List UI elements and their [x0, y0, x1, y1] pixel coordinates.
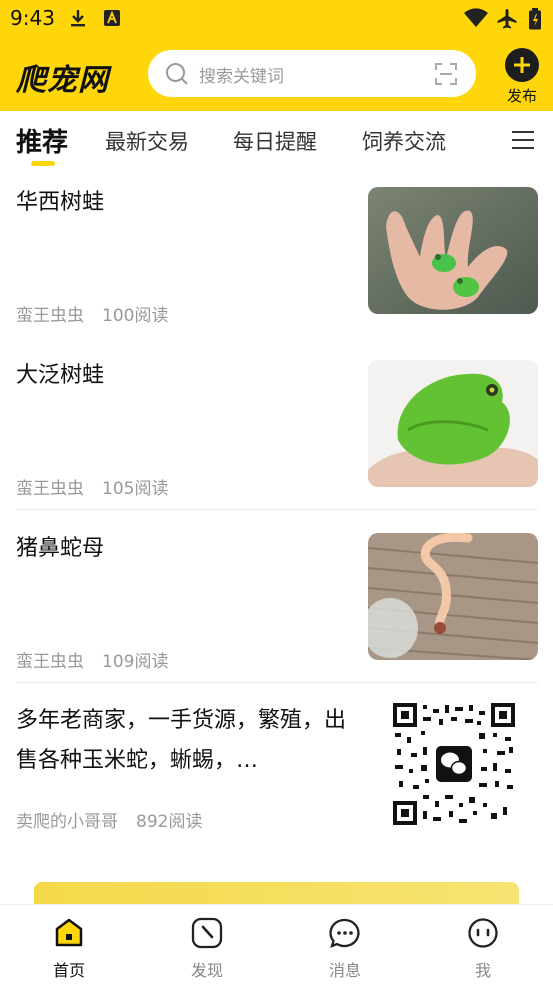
- feed-divider: [16, 509, 538, 510]
- active-tab-indicator: [31, 161, 55, 166]
- nav-messages[interactable]: 消息: [305, 917, 385, 981]
- feed-item-ad[interactable]: 多年老商家，一手货源，繁殖，出售各种玉米蛇，蜥蜴，… 卖爬的小哥哥 892阅读: [0, 701, 553, 841]
- search-bar[interactable]: 搜索关键词: [148, 50, 476, 97]
- nav-label: 我: [474, 961, 491, 980]
- tab-recommend[interactable]: 推荐: [16, 122, 68, 159]
- airplane-icon: [497, 9, 517, 29]
- feed-divider: [16, 682, 538, 683]
- feed-item-thumbnail: [368, 533, 538, 660]
- nav-profile[interactable]: 我: [443, 917, 523, 981]
- publish-button[interactable]: 发布: [500, 48, 544, 106]
- chat-bubble-icon: [329, 918, 360, 948]
- feed-item-reads: 100阅读: [102, 306, 169, 326]
- tab-care-exchange[interactable]: 饲养交流: [362, 126, 446, 156]
- nav-home[interactable]: 首页: [29, 917, 109, 981]
- tab-daily-reminder[interactable]: 每日提醒: [233, 126, 317, 156]
- top-header: 9:43 爬宠网 搜索关键词 发布: [0, 0, 553, 111]
- feed-item-thumbnail: [368, 360, 538, 487]
- feed-item-reads: 892阅读: [136, 812, 203, 832]
- feed-item-meta: 蛮王虫虫 105阅读: [16, 474, 168, 499]
- nav-label: 首页: [52, 961, 85, 980]
- status-bar: 9:43: [0, 0, 553, 38]
- feed-item-title: 大泛树蛙: [16, 363, 105, 388]
- download-icon: [71, 10, 85, 27]
- home-icon: [55, 918, 83, 947]
- search-placeholder: 搜索关键词: [199, 67, 284, 87]
- nav-discover[interactable]: 发现: [167, 917, 247, 981]
- qr-code-image: [393, 703, 515, 825]
- feed-item-author: 蛮王虫虫: [16, 479, 84, 499]
- feed-item-author: 蛮王虫虫: [16, 306, 84, 326]
- app-notification-icon: [104, 10, 120, 26]
- nav-label: 发现: [190, 961, 223, 980]
- feed-item-author: 卖爬的小哥哥: [16, 812, 118, 832]
- feed-item-title: 多年老商家，一手货源，繁殖，出售各种玉米蛇，蜥蜴，…: [16, 708, 347, 773]
- nav-label: 消息: [328, 961, 361, 980]
- compass-icon: [191, 917, 223, 949]
- status-time: 9:43: [10, 6, 55, 30]
- feed-item-author: 蛮王虫虫: [16, 652, 84, 672]
- feed-item[interactable]: 猪鼻蛇母 蛮王虫虫 109阅读: [0, 529, 553, 672]
- feed-item-title: 华西树蛙: [16, 190, 105, 215]
- category-tabs: 推荐 最新交易 每日提醒 饲养交流: [0, 111, 553, 171]
- wifi-icon: [464, 8, 488, 27]
- feed-item-reads: 105阅读: [102, 479, 169, 499]
- plus-icon: [505, 48, 539, 82]
- publish-label: 发布: [506, 87, 537, 105]
- search-icon: [166, 63, 188, 85]
- feed-item-meta: 卖爬的小哥哥 892阅读: [16, 807, 202, 832]
- profile-face-icon: [468, 918, 498, 948]
- feed-item[interactable]: 大泛树蛙 蛮王虫虫 105阅读: [0, 356, 553, 499]
- feed-item-meta: 蛮王虫虫 100阅读: [16, 301, 168, 326]
- battery-icon: [529, 8, 541, 30]
- app-logo[interactable]: 爬宠网: [16, 55, 109, 99]
- feed-item-meta: 蛮王虫虫 109阅读: [16, 647, 168, 672]
- scan-icon[interactable]: [434, 62, 458, 86]
- feed-item[interactable]: 华西树蛙 蛮王虫虫 100阅读: [0, 183, 553, 326]
- feed-item-title: 猪鼻蛇母: [16, 536, 105, 561]
- tab-latest-trades[interactable]: 最新交易: [105, 126, 189, 156]
- bottom-nav: 首页 发现 消息 我: [0, 904, 553, 984]
- feed-item-thumbnail: [368, 187, 538, 314]
- feed-item-reads: 109阅读: [102, 652, 169, 672]
- menu-icon[interactable]: [512, 131, 534, 149]
